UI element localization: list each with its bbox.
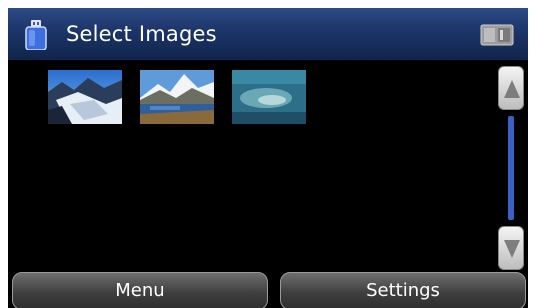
- memory-card-icon: [480, 24, 514, 46]
- menu-button[interactable]: Menu: [12, 272, 268, 308]
- image-thumbnail-glacier[interactable]: [48, 70, 122, 124]
- scroll-up-arrow-icon[interactable]: [498, 66, 524, 110]
- bottom-button-bar: Menu Settings: [8, 272, 528, 308]
- page-title: Select Images: [66, 22, 217, 46]
- image-thumbnail-mountain-lake[interactable]: [140, 70, 214, 124]
- image-thumbnail-water[interactable]: [232, 70, 306, 124]
- scroll-down-arrow-icon[interactable]: [498, 226, 524, 270]
- screen: Select Images Menu Settings: [8, 8, 528, 308]
- title-bar: Select Images: [8, 8, 528, 60]
- scroll-track[interactable]: [508, 116, 514, 220]
- usb-drive-icon: [24, 20, 48, 51]
- scrollbar[interactable]: [498, 66, 526, 272]
- settings-button[interactable]: Settings: [280, 272, 526, 308]
